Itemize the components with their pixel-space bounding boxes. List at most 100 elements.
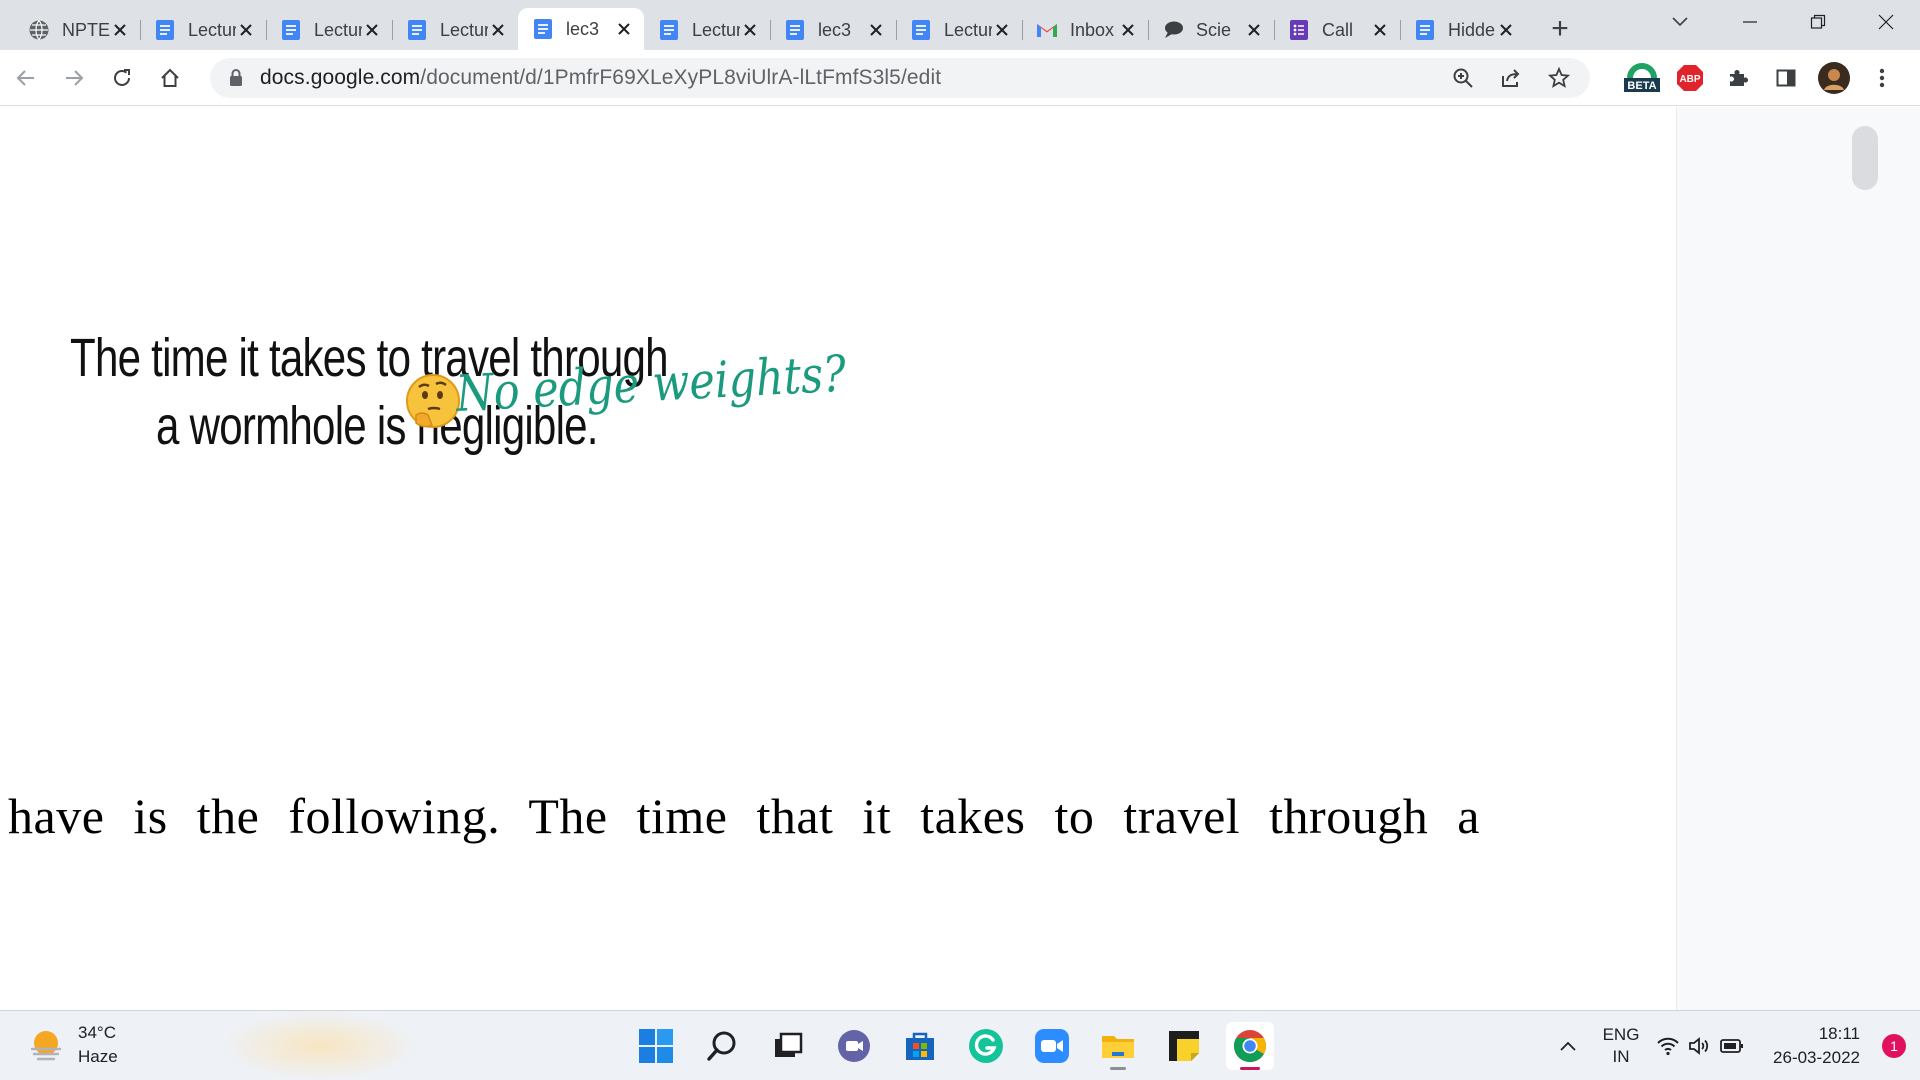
tab-strip: NPTEL Lecture Lecture Lecture lec3 Lecture lec… bbox=[0, 0, 1920, 50]
beta-extension-icon: BETA bbox=[1624, 63, 1660, 92]
browser-tab[interactable]: Lecture bbox=[392, 10, 518, 50]
browser-tab[interactable]: NPTEL bbox=[14, 10, 140, 50]
tab-search-button[interactable] bbox=[1650, 0, 1710, 44]
google-docs-icon bbox=[406, 19, 428, 41]
beta-label: BETA bbox=[1627, 80, 1656, 92]
close-tab-icon[interactable] bbox=[614, 19, 634, 39]
restore-button[interactable] bbox=[1784, 0, 1852, 44]
browser-tab[interactable]: lec3 bbox=[518, 8, 644, 50]
browser-tab[interactable]: Inbox bbox=[1022, 10, 1148, 50]
reload-button[interactable] bbox=[100, 56, 144, 100]
clock-time: 18:11 bbox=[1818, 1024, 1860, 1043]
show-hidden-icons-button[interactable] bbox=[1546, 1024, 1590, 1068]
home-icon bbox=[161, 68, 179, 87]
right-margin-panel bbox=[1676, 107, 1920, 1010]
profile-button[interactable] bbox=[1812, 56, 1856, 100]
search-button[interactable] bbox=[698, 1022, 746, 1070]
browser-tab[interactable]: Lecture bbox=[896, 10, 1022, 50]
google-docs-icon bbox=[1414, 19, 1436, 41]
browser-tab[interactable]: Lecture bbox=[140, 10, 266, 50]
back-button[interactable] bbox=[4, 56, 48, 100]
browser-tab[interactable]: lec3 bbox=[770, 10, 896, 50]
weather-widget[interactable]: 34°C Haze bbox=[28, 1021, 118, 1069]
weather-condition: Haze bbox=[78, 1047, 118, 1066]
share-button[interactable] bbox=[1490, 58, 1532, 98]
close-tab-icon[interactable] bbox=[1370, 20, 1390, 40]
forward-button[interactable] bbox=[52, 56, 96, 100]
language-indicator[interactable]: ENG IN bbox=[1590, 1024, 1652, 1068]
browser-tab[interactable]: Lecture bbox=[266, 10, 392, 50]
extensions-area: BETA ABP bbox=[1620, 50, 1904, 106]
folder-icon bbox=[1102, 1036, 1134, 1058]
notification-badge[interactable]: 1 bbox=[1882, 1034, 1906, 1058]
close-tab-icon[interactable] bbox=[488, 20, 508, 40]
sticky-note-icon bbox=[1169, 1031, 1199, 1061]
home-button[interactable] bbox=[148, 56, 192, 100]
bookmark-button[interactable] bbox=[1538, 58, 1580, 98]
chat-bubble-icon bbox=[1162, 19, 1184, 41]
windows-taskbar: 34°C Haze ENG IN 18:11 26-03-2022 1 bbox=[0, 1010, 1920, 1080]
chrome-menu-button[interactable] bbox=[1860, 56, 1904, 100]
tab-title: Lecture bbox=[314, 19, 362, 40]
tab-title: Hidden bbox=[1448, 19, 1496, 40]
address-bar[interactable]: docs.google.com/document/d/1PmfrF69XLeXy… bbox=[210, 58, 1590, 98]
file-explorer-button[interactable] bbox=[1094, 1022, 1142, 1070]
tab-title: lec3 bbox=[818, 19, 852, 40]
microsoft-store-button[interactable] bbox=[896, 1022, 944, 1070]
side-panel-icon bbox=[1776, 69, 1796, 87]
new-tab-button[interactable]: + bbox=[1540, 9, 1580, 49]
beta-extension-button[interactable]: BETA bbox=[1620, 56, 1664, 100]
close-tab-icon[interactable] bbox=[992, 20, 1012, 40]
reload-icon bbox=[114, 68, 130, 86]
start-button[interactable] bbox=[632, 1022, 680, 1070]
sticky-notes-button[interactable] bbox=[1160, 1022, 1208, 1070]
close-tab-icon[interactable] bbox=[1118, 20, 1138, 40]
grammarly-button[interactable] bbox=[962, 1022, 1010, 1070]
close-tab-icon[interactable] bbox=[1496, 20, 1516, 40]
close-icon bbox=[1878, 14, 1894, 30]
system-tray: ENG IN 18:11 26-03-2022 1 bbox=[1546, 1011, 1920, 1080]
tab-title: Lecture bbox=[692, 19, 740, 40]
side-panel-button[interactable] bbox=[1764, 56, 1808, 100]
google-docs-icon bbox=[280, 19, 302, 41]
minimize-button[interactable] bbox=[1716, 0, 1784, 44]
close-tab-icon[interactable] bbox=[866, 20, 886, 40]
task-view-button[interactable] bbox=[764, 1022, 812, 1070]
chat-camera-icon bbox=[838, 1030, 870, 1062]
clock[interactable]: 18:11 26-03-2022 bbox=[1748, 1022, 1868, 1070]
close-window-button[interactable] bbox=[1852, 0, 1920, 44]
google-docs-icon bbox=[154, 19, 176, 41]
zoom-app-button[interactable] bbox=[1028, 1022, 1076, 1070]
google-docs-icon bbox=[532, 18, 554, 40]
tab-title: Scie bbox=[1196, 19, 1232, 40]
grammarly-icon bbox=[969, 1029, 1003, 1063]
google-docs-icon bbox=[658, 19, 680, 41]
adblock-extension-button[interactable]: ABP bbox=[1668, 56, 1712, 100]
browser-toolbar: docs.google.com/document/d/1PmfrF69XLeXy… bbox=[0, 50, 1920, 106]
url-text[interactable]: docs.google.com/document/d/1PmfrF69XLeXy… bbox=[260, 66, 941, 90]
chrome-button[interactable] bbox=[1226, 1022, 1274, 1070]
clock-date: 26-03-2022 bbox=[1773, 1048, 1860, 1067]
teams-chat-button[interactable] bbox=[830, 1022, 878, 1070]
windows-logo-icon bbox=[639, 1029, 673, 1063]
weather-temperature: 34°C bbox=[78, 1023, 116, 1042]
browser-tab[interactable]: Hidden bbox=[1400, 10, 1526, 50]
document-viewport[interactable]: The time it takes to travel through a wo… bbox=[0, 107, 1676, 1010]
browser-tab[interactable]: Call bbox=[1274, 10, 1400, 50]
quick-settings-button[interactable] bbox=[1652, 1024, 1748, 1068]
store-icon bbox=[906, 1032, 934, 1060]
zoom-in-icon bbox=[1453, 68, 1473, 88]
scrollbar-thumb[interactable] bbox=[1852, 126, 1878, 190]
close-tab-icon[interactable] bbox=[1244, 20, 1264, 40]
close-tab-icon[interactable] bbox=[740, 20, 760, 40]
browser-tab[interactable]: Scie bbox=[1148, 10, 1274, 50]
close-tab-icon[interactable] bbox=[236, 20, 256, 40]
close-tab-icon[interactable] bbox=[110, 20, 130, 40]
task-view-icon bbox=[775, 1032, 803, 1057]
lock-icon bbox=[230, 69, 242, 86]
share-icon bbox=[1502, 69, 1520, 87]
close-tab-icon[interactable] bbox=[362, 20, 382, 40]
extensions-button[interactable] bbox=[1716, 56, 1760, 100]
zoom-button[interactable] bbox=[1442, 58, 1484, 98]
browser-tab[interactable]: Lecture bbox=[644, 10, 770, 50]
